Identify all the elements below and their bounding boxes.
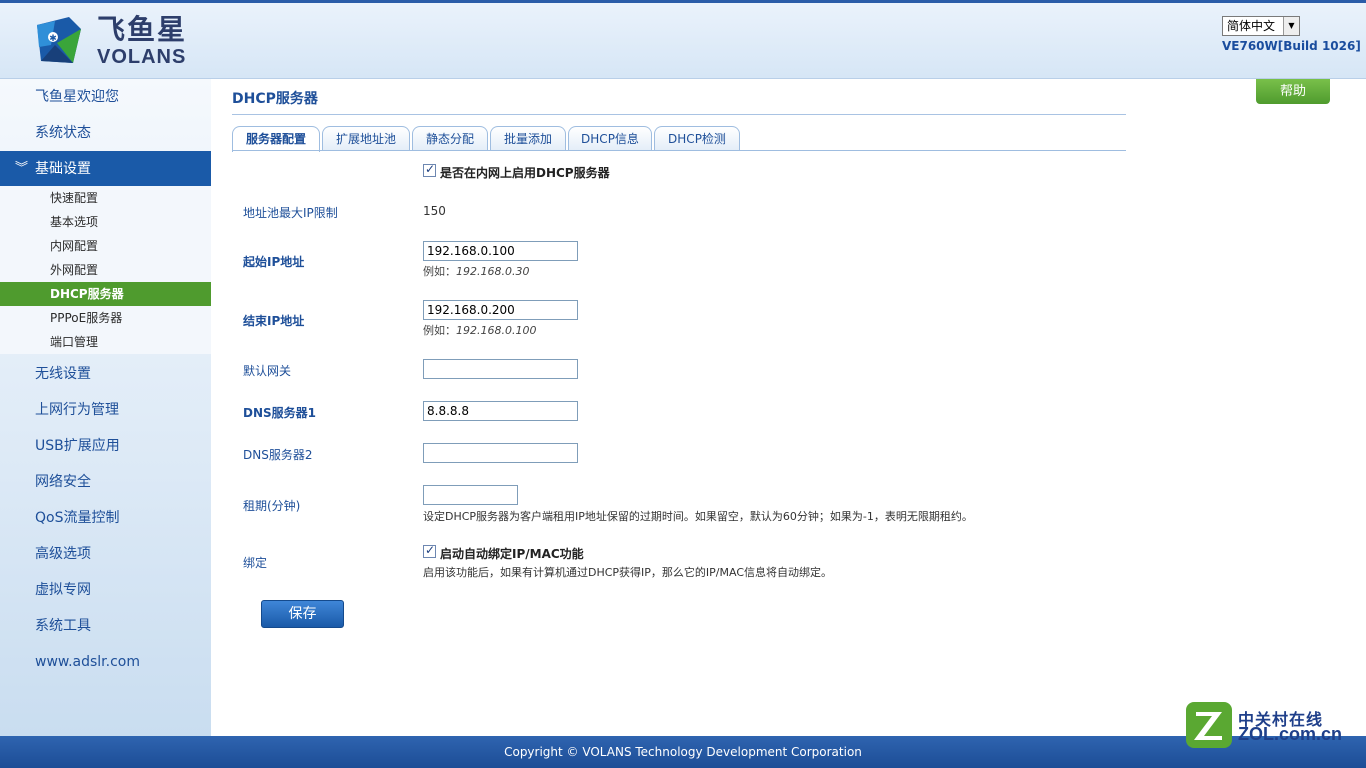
sidebar-subitem-basic-options[interactable]: 基本选项 [0, 210, 211, 234]
sidebar-submenu: 快速配置 基本选项 内网配置 外网配置 DHCP服务器 PPPoE服务器 端口管… [0, 186, 211, 354]
sidebar-item-security[interactable]: 网络安全 [0, 464, 211, 500]
language-select[interactable]: 简体中文 ▼ [1222, 16, 1300, 36]
firmware-version: VE760W[Build 1026] [1222, 39, 1361, 53]
sidebar-subitem-pppoe-server[interactable]: PPPoE服务器 [0, 306, 211, 330]
pool-limit-value: 150 [423, 204, 446, 218]
tab-batch-add[interactable]: 批量添加 [490, 126, 566, 151]
tab-dhcp-info[interactable]: DHCP信息 [568, 126, 652, 151]
hint-example: 192.168.0.100 [456, 324, 537, 337]
start-ip-hint: 例如：192.168.0.30 [423, 263, 529, 279]
header: ✱ 飞鱼星 VOLANS 简体中文 ▼ VE760W[Build 1026] [0, 3, 1366, 79]
sidebar-item-behavior-management[interactable]: 上网行为管理 [0, 392, 211, 428]
sidebar-subitem-wan-config[interactable]: 外网配置 [0, 258, 211, 282]
dns2-input[interactable] [423, 443, 578, 463]
lease-label: 租期(分钟) [243, 499, 301, 513]
hint-prefix: 例如： [423, 265, 456, 278]
sidebar: 飞鱼星欢迎您 系统状态 ︾ 基础设置 快速配置 基本选项 内网配置 外网配置 D… [0, 79, 211, 736]
pool-limit-label: 地址池最大IP限制 [243, 206, 338, 220]
end-ip-input[interactable]: 192.168.0.200 [423, 300, 578, 320]
hint-example: 192.168.0.30 [456, 265, 530, 278]
start-ip-input[interactable]: 192.168.0.100 [423, 241, 578, 261]
sidebar-link-website[interactable]: www.adslr.com [0, 644, 211, 680]
sidebar-subitem-port-management[interactable]: 端口管理 [0, 330, 211, 354]
end-ip-hint: 例如：192.168.0.100 [423, 322, 536, 338]
sidebar-item-vpn[interactable]: 虚拟专网 [0, 572, 211, 608]
tab-dhcp-detect[interactable]: DHCP检测 [654, 126, 740, 151]
sidebar-item-label: 基础设置 [35, 161, 91, 177]
chevron-down-icon[interactable]: ▼ [1283, 17, 1299, 35]
lease-input[interactable] [423, 485, 518, 505]
logo-text-cn: 飞鱼星 [97, 13, 188, 46]
auto-bind-label: 启动自动绑定IP/MAC功能 [440, 547, 584, 561]
dns2-label: DNS服务器2 [243, 448, 313, 462]
zol-watermark: 中关村在线 ZOL.com.cn [1186, 702, 1356, 748]
enable-dhcp-checkbox[interactable] [423, 162, 436, 177]
sidebar-item-system-status[interactable]: 系统状态 [0, 115, 211, 151]
start-ip-label: 起始IP地址 [243, 255, 305, 269]
language-select-value: 简体中文 [1227, 19, 1276, 33]
enable-dhcp-label: 是否在内网上启用DHCP服务器 [440, 166, 610, 180]
sidebar-subitem-quick-config[interactable]: 快速配置 [0, 186, 211, 210]
dns1-label: DNS服务器1 [243, 406, 316, 420]
bind-label: 绑定 [243, 556, 268, 570]
sidebar-item-advanced[interactable]: 高级选项 [0, 536, 211, 572]
save-button[interactable]: 保存 [261, 600, 344, 628]
sidebar-item-basic-settings[interactable]: ︾ 基础设置 [0, 151, 211, 187]
volans-logo-icon: ✱ [37, 17, 81, 63]
zol-logo-icon [1186, 702, 1232, 748]
zol-text-en: ZOL.com.cn [1238, 724, 1343, 744]
sidebar-subitem-lan-config[interactable]: 内网配置 [0, 234, 211, 258]
sidebar-item-usb[interactable]: USB扩展应用 [0, 428, 211, 464]
tab-divider [232, 150, 1126, 151]
logo: ✱ 飞鱼星 VOLANS [33, 15, 193, 71]
tab-static-allocation[interactable]: 静态分配 [412, 126, 488, 151]
sidebar-item-qos[interactable]: QoS流量控制 [0, 500, 211, 536]
auto-bind-description: 启用该功能后，如果有计算机通过DHCP获得IP，那么它的IP/MAC信息将自动绑… [423, 566, 833, 579]
sidebar-item-system-tools[interactable]: 系统工具 [0, 608, 211, 644]
help-button[interactable]: 帮助 [1256, 79, 1330, 104]
lease-description: 设定DHCP服务器为客户端租用IP地址保留的过期时间。如果留空，默认为60分钟；… [423, 510, 973, 523]
sidebar-item-wireless[interactable]: 无线设置 [0, 356, 211, 392]
footer: Copyright © VOLANS Technology Developmen… [0, 736, 1366, 768]
divider [232, 114, 1126, 115]
gateway-input[interactable] [423, 359, 578, 379]
hint-prefix: 例如： [423, 324, 456, 337]
sidebar-item-welcome[interactable]: 飞鱼星欢迎您 [0, 79, 211, 115]
copyright-text: Copyright © VOLANS Technology Developmen… [504, 745, 862, 759]
tab-server-config[interactable]: 服务器配置 [232, 126, 320, 152]
page-title: DHCP服务器 [232, 91, 318, 107]
double-chevron-down-icon: ︾ [15, 161, 29, 176]
svg-text:✱: ✱ [49, 34, 57, 44]
end-ip-label: 结束IP地址 [243, 314, 305, 328]
tab-extended-pool[interactable]: 扩展地址池 [322, 126, 410, 151]
sidebar-subitem-dhcp-server[interactable]: DHCP服务器 [0, 282, 211, 306]
gateway-label: 默认网关 [243, 364, 292, 378]
logo-text-en: VOLANS [97, 46, 187, 68]
auto-bind-checkbox[interactable] [423, 543, 436, 558]
dns1-input[interactable]: 8.8.8.8 [423, 401, 578, 421]
